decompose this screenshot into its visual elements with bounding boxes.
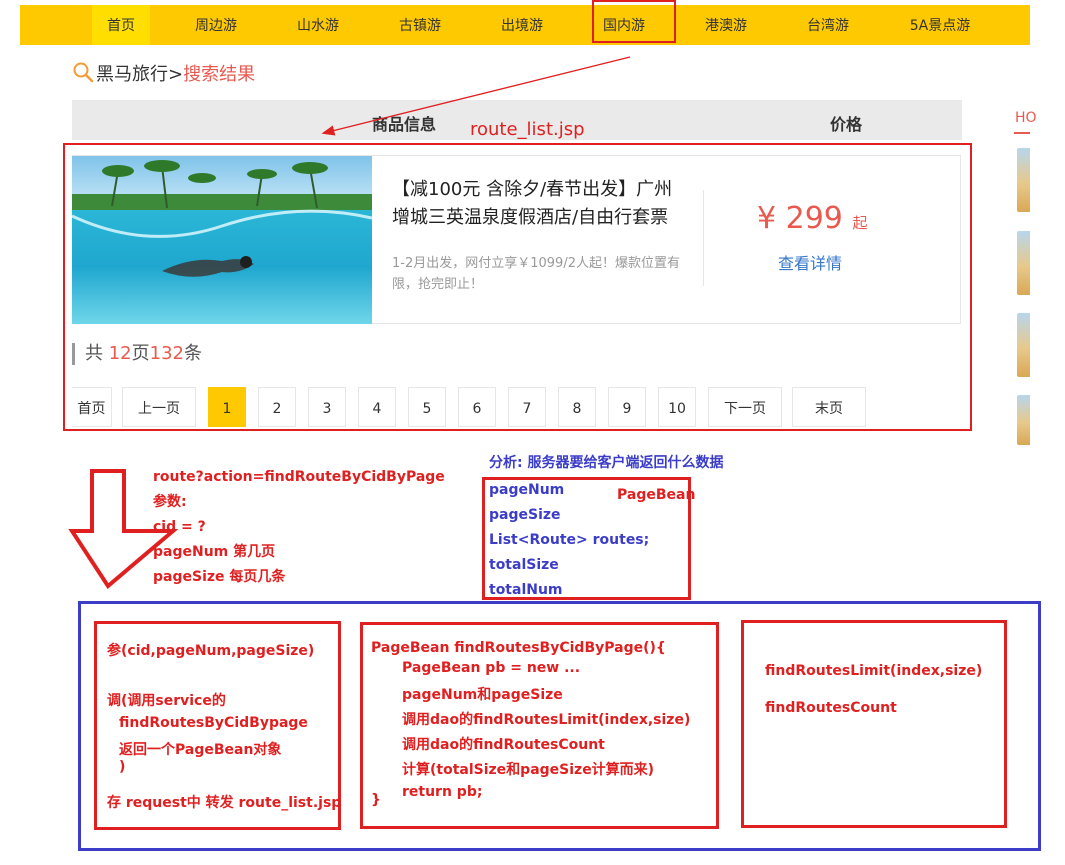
nav-item-taiwan[interactable]: 台湾游 (792, 5, 864, 45)
analysis-title: 分析: 服务器要给客户端返回什么数据 (489, 455, 724, 471)
nav-item-hk-macau[interactable]: 港澳游 (690, 5, 762, 45)
request-param-cid: cid = ? (153, 519, 206, 535)
dao-box (741, 620, 1007, 828)
service-line: 调用dao的findRoutesLimit(index,size) (402, 712, 691, 728)
request-param-pagesize: pageSize 每页几条 (153, 569, 286, 585)
service-line: pageNum和pageSize (402, 687, 563, 703)
sidebar-thumbnail[interactable] (1017, 231, 1030, 295)
breadcrumb-current: 搜索结果 (183, 64, 256, 85)
service-line: PageBean pb = new ... (402, 660, 581, 676)
service-line: 计算(totalSize和pageSize计算而来) (402, 762, 655, 778)
service-line: 调用dao的findRoutesCount (402, 737, 605, 753)
sidebar-thumbnail[interactable] (1017, 148, 1030, 212)
sidebar-thumbnail[interactable] (1017, 313, 1030, 377)
service-line: PageBean findRoutesByCidByPage(){ (371, 640, 666, 656)
breadcrumb-site[interactable]: 黑马旅行 (96, 64, 168, 85)
request-params-label: 参数: (153, 494, 187, 510)
nav-item-old-town[interactable]: 古镇游 (384, 5, 456, 45)
servlet-line: 返回一个PageBean对象 (119, 742, 282, 758)
servlet-line: 参(cid,pageNum,pageSize) (107, 643, 315, 659)
nav-item-outbound[interactable]: 出境游 (486, 5, 558, 45)
sidebar-thumbnail[interactable] (1017, 395, 1030, 445)
servlet-line: 调(调用service的 (107, 693, 226, 709)
servlet-line: 存 request中 转发 route_list.jsp (107, 795, 342, 811)
nav-item-nearby[interactable]: 周边游 (180, 5, 252, 45)
domestic-highlight-box (592, 0, 676, 43)
servlet-line: findRoutesByCidBypage (119, 715, 308, 731)
route-list-highlight-box (63, 143, 972, 431)
search-icon (73, 62, 94, 83)
header-price: 价格 (830, 115, 863, 134)
top-nav: 首页 周边游 山水游 古镇游 出境游 国内游 港澳游 台湾游 5A景点游 (20, 5, 1030, 45)
breadcrumb: 黑马旅行>搜索结果 (96, 60, 255, 86)
dao-line: findRoutesCount (765, 700, 897, 716)
pagebean-box (482, 477, 691, 600)
nav-item-landscape[interactable]: 山水游 (282, 5, 354, 45)
request-url: route?action=findRouteByCidByPage (153, 469, 445, 485)
service-line: } (371, 792, 381, 808)
nav-item-home[interactable]: 首页 (92, 5, 150, 45)
servlet-line: ) (119, 759, 126, 775)
dao-line: findRoutesLimit(index,size) (765, 663, 983, 679)
sidebar-hot-title: HO (1015, 110, 1037, 126)
nav-to-list-arrow (321, 56, 631, 136)
breadcrumb-separator: > (168, 64, 184, 85)
request-notes: route?action=findRouteByCidByPage 参数: ci… (153, 465, 445, 590)
request-param-pagenum: pageNum 第几页 (153, 544, 276, 560)
nav-item-5a[interactable]: 5A景点游 (894, 5, 986, 45)
service-line: return pb; (402, 784, 483, 800)
sidebar-hot-underline (1014, 132, 1030, 134)
